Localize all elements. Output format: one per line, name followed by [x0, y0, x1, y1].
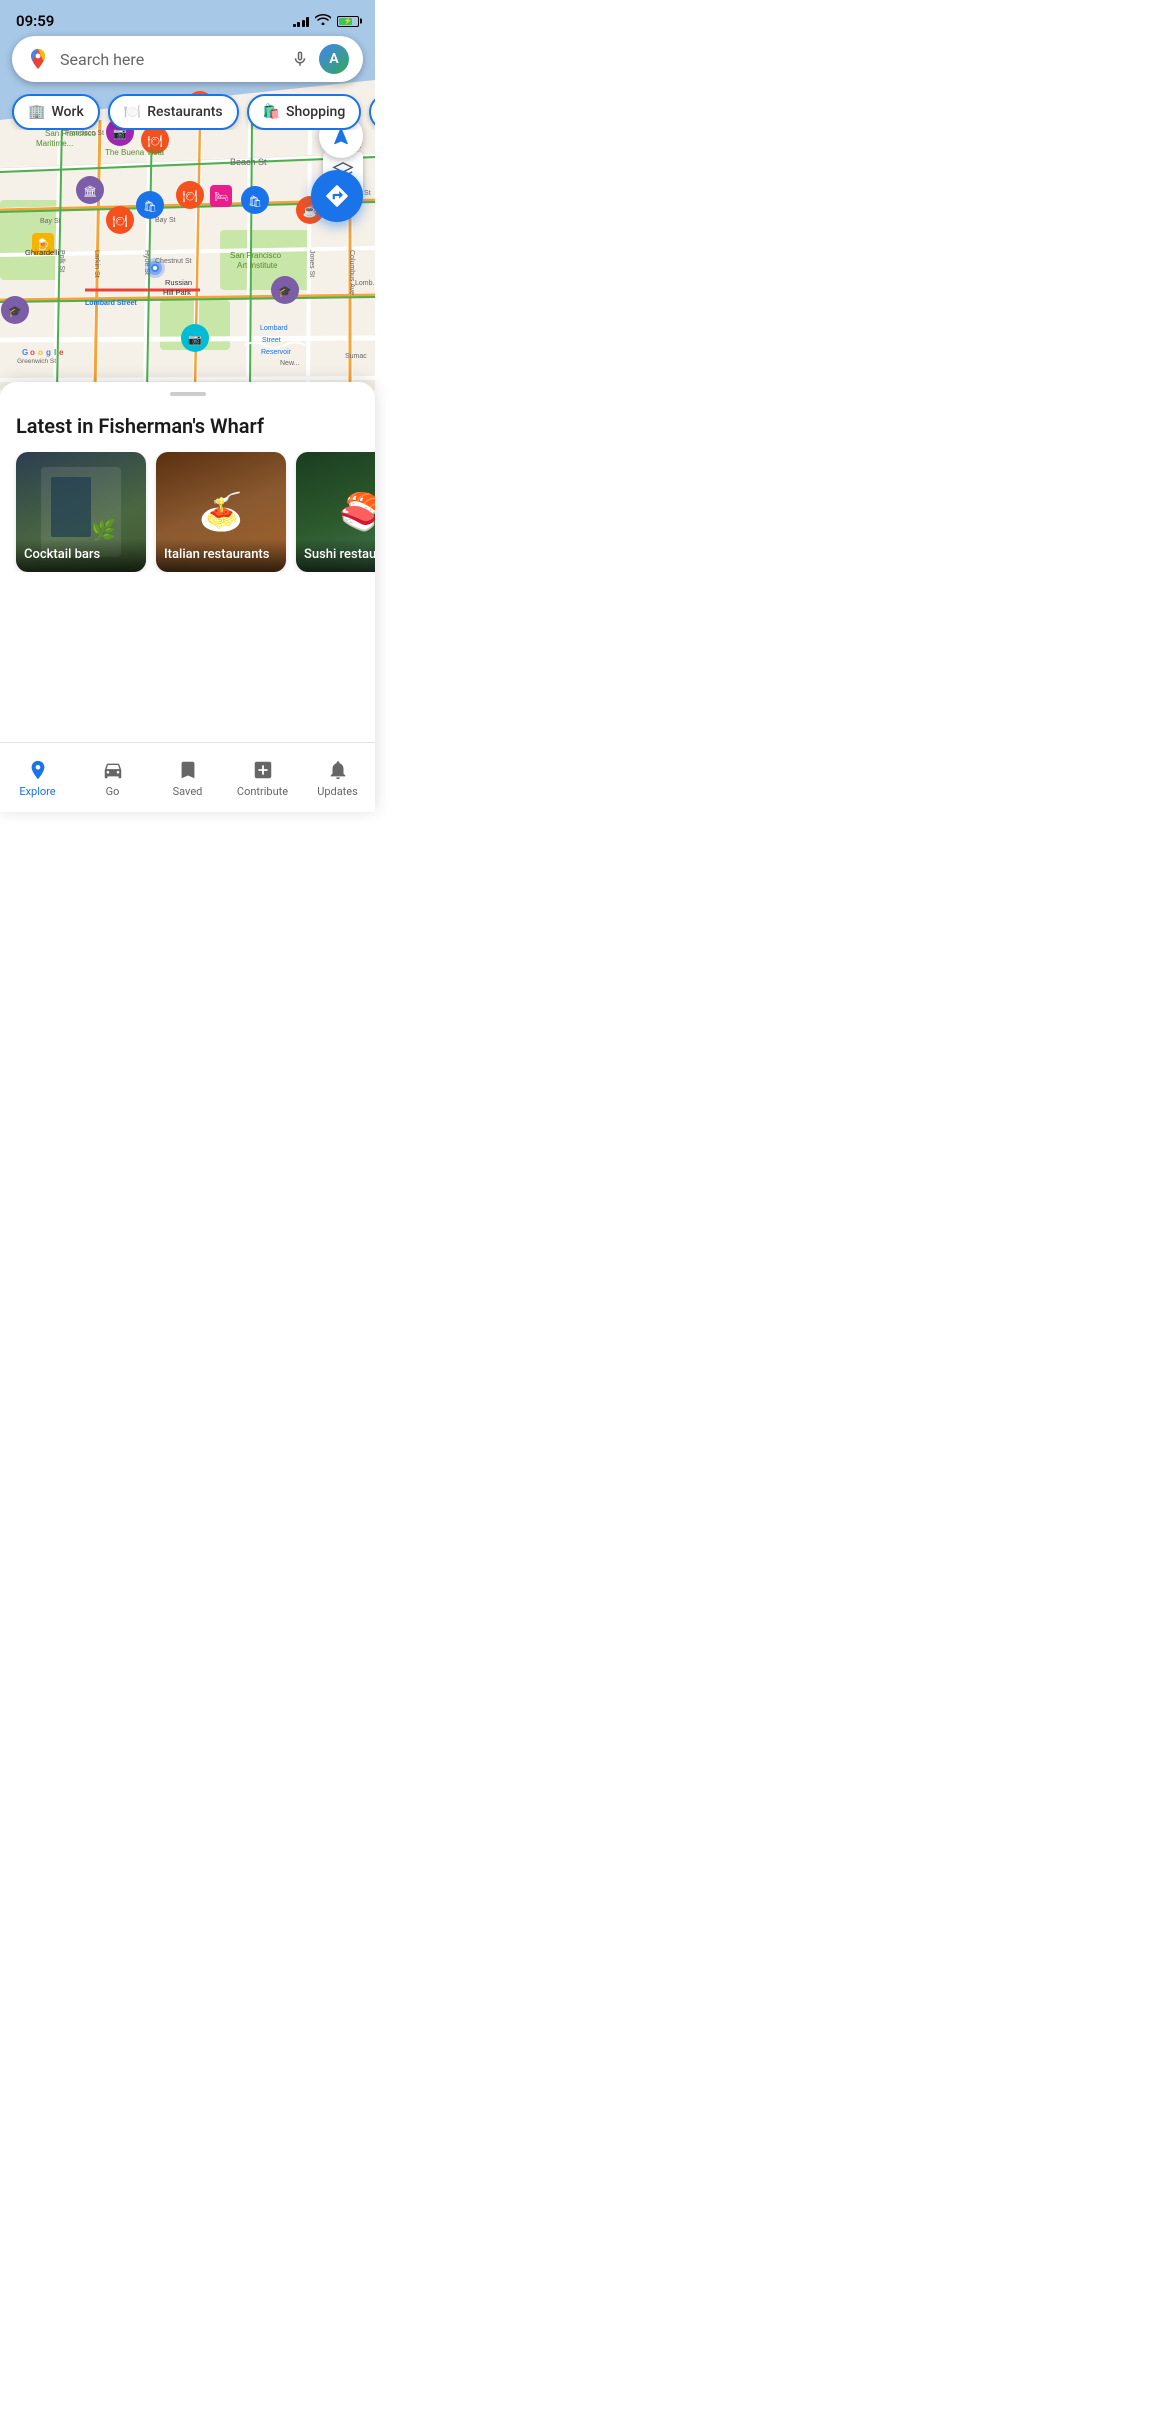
svg-text:Art Institute: Art Institute	[237, 261, 278, 270]
svg-text:New...: New...	[280, 360, 300, 367]
svg-text:Larkin St: Larkin St	[93, 250, 100, 278]
sushi-restaurants-image: 🍣 Sushi restaurants	[296, 452, 375, 572]
google-maps-logo	[26, 47, 50, 71]
svg-text:Reservoir: Reservoir	[261, 349, 292, 356]
svg-text:San Francisco: San Francisco	[230, 251, 282, 260]
cocktail-bars-label: Cocktail bars	[16, 539, 146, 572]
svg-text:🏛: 🏛	[83, 185, 97, 198]
svg-text:🍽: 🍽	[147, 134, 162, 148]
sushi-restaurants-card[interactable]: 🍣 Sushi restaurants	[296, 452, 375, 572]
place-cards-row: 🌿 Cocktail bars 🍝 Italian restaurants 🍣 …	[0, 452, 375, 572]
shopping-chip-icon: 🛍️	[263, 104, 280, 120]
updates-icon	[326, 758, 350, 782]
svg-text:Greenwich St: Greenwich St	[17, 358, 56, 365]
status-icons: ⚡	[293, 13, 360, 29]
svg-text:🎓: 🎓	[278, 285, 292, 298]
sheet-handle[interactable]	[170, 392, 206, 396]
svg-text:The Buena Vista: The Buena Vista	[105, 148, 165, 157]
saved-icon	[176, 758, 200, 782]
voice-search-button[interactable]	[289, 48, 311, 70]
italian-restaurants-image: 🍝 Italian restaurants	[156, 452, 286, 572]
svg-text:G: G	[22, 348, 28, 357]
nav-updates[interactable]: Updates	[300, 743, 375, 804]
bottom-navigation: Explore Go Saved Con	[0, 742, 375, 812]
italian-restaurants-label: Italian restaurants	[156, 539, 286, 572]
cocktail-bars-image: 🌿 Cocktail bars	[16, 452, 146, 572]
svg-text:🍽: 🍽	[112, 214, 127, 228]
svg-text:g: g	[46, 348, 51, 357]
contribute-label: Contribute	[237, 785, 288, 798]
nav-contribute[interactable]: Contribute	[225, 743, 300, 804]
user-avatar[interactable]: A	[319, 44, 349, 74]
svg-text:o: o	[38, 348, 43, 357]
svg-text:Sumac: Sumac	[345, 353, 367, 360]
restaurants-chip-icon: 🍽️	[124, 104, 141, 120]
cocktail-bars-card[interactable]: 🌿 Cocktail bars	[16, 452, 146, 572]
restaurants-chip-label: Restaurants	[147, 104, 222, 120]
svg-text:e: e	[59, 348, 64, 357]
contribute-icon	[251, 758, 275, 782]
search-placeholder[interactable]: Search here	[60, 50, 281, 69]
directions-button[interactable]	[311, 170, 363, 222]
nav-explore[interactable]: Explore	[0, 743, 75, 804]
svg-text:Beach St: Beach St	[230, 157, 267, 167]
status-time: 09:59	[16, 12, 54, 30]
shopping-chip-label: Shopping	[286, 104, 345, 120]
italian-restaurants-card[interactable]: 🍝 Italian restaurants	[156, 452, 286, 572]
chip-restaurants[interactable]: 🍽️ Restaurants	[108, 94, 239, 130]
svg-text:Hyde St: Hyde St	[143, 250, 150, 275]
svg-text:Bay St: Bay St	[155, 217, 176, 224]
svg-text:🎓: 🎓	[8, 305, 22, 318]
svg-text:📷: 📷	[188, 333, 202, 346]
nav-saved[interactable]: Saved	[150, 743, 225, 804]
work-chip-label: Work	[51, 104, 83, 120]
svg-text:l: l	[54, 348, 56, 357]
svg-text:🛍: 🛍	[143, 200, 157, 213]
updates-label: Updates	[317, 785, 358, 798]
svg-text:Jones St: Jones St	[308, 250, 315, 277]
svg-text:🛏: 🛏	[214, 190, 228, 203]
signal-icon	[293, 15, 310, 27]
status-bar: 09:59 ⚡	[0, 0, 375, 34]
search-bar[interactable]: Search here A	[12, 36, 363, 82]
chip-work[interactable]: 🏢 Work	[12, 94, 100, 130]
explore-icon	[26, 758, 50, 782]
go-label: Go	[106, 785, 120, 798]
svg-text:Hill Park: Hill Park	[163, 288, 191, 297]
svg-text:🛍: 🛍	[248, 195, 262, 208]
svg-text:Ghirardelli: Ghirardelli	[25, 248, 60, 257]
svg-text:San Francisco: San Francisco	[45, 129, 97, 138]
svg-text:Lomb...: Lomb...	[355, 280, 375, 287]
battery-icon: ⚡	[337, 16, 359, 27]
chip-coffee[interactable]: ☕ Coffee	[369, 94, 375, 130]
chip-shopping[interactable]: 🛍️ Shopping	[247, 94, 362, 130]
svg-text:Russian: Russian	[165, 278, 192, 287]
svg-text:o: o	[30, 348, 35, 357]
svg-text:Columbus Ave: Columbus Ave	[348, 250, 355, 295]
svg-text:Maritime...: Maritime...	[36, 139, 73, 148]
nav-go[interactable]: Go	[75, 743, 150, 804]
svg-text:Chestnut St: Chestnut St	[155, 258, 192, 265]
svg-text:Lombard: Lombard	[260, 325, 288, 332]
svg-text:Street: Street	[262, 337, 281, 344]
sushi-restaurants-label: Sushi restaurants	[296, 539, 375, 572]
filter-chips-container: 🏢 Work 🍽️ Restaurants 🛍️ Shopping ☕ Coff…	[0, 94, 375, 130]
saved-label: Saved	[173, 785, 203, 798]
svg-text:Bay St: Bay St	[40, 218, 61, 225]
go-icon	[101, 758, 125, 782]
bottom-sheet: Latest in Fisherman's Wharf 🌿 Cocktail b…	[0, 382, 375, 812]
work-chip-icon: 🏢	[28, 104, 45, 120]
svg-text:Lombard Street: Lombard Street	[85, 300, 137, 307]
wifi-icon	[315, 13, 331, 29]
svg-text:🍽: 🍽	[182, 189, 197, 203]
sheet-title: Latest in Fisherman's Wharf	[0, 406, 375, 452]
explore-label: Explore	[19, 785, 55, 798]
